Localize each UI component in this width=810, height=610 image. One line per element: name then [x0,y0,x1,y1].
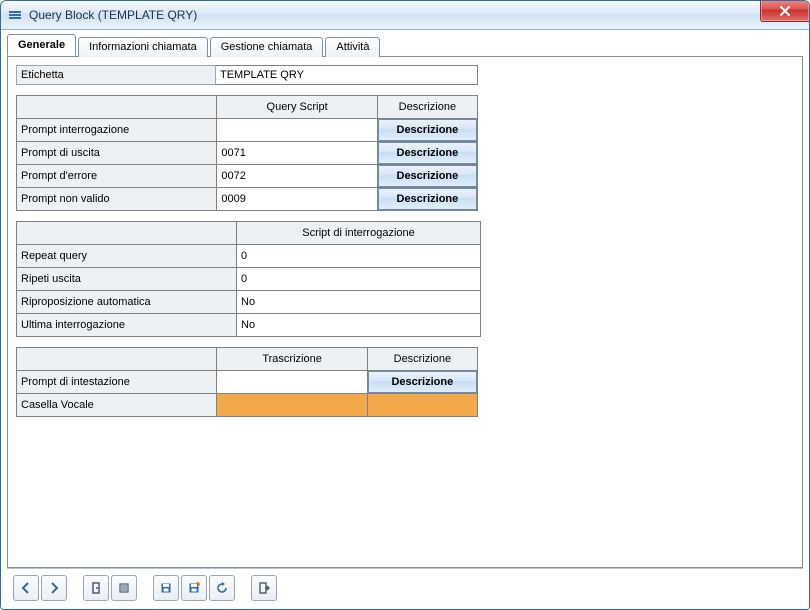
table-row: Casella Vocale [17,394,478,417]
table1-head-script: Query Script [217,96,377,119]
row-label: Prompt di intestazione [17,371,217,394]
prev-button[interactable] [13,575,39,601]
casella-vocale-trascr[interactable] [217,394,367,417]
table3-corner [17,348,217,371]
app-icon [7,7,23,23]
titlebar[interactable]: Query Block (TEMPLATE QRY) [1,1,809,30]
descrizione-button[interactable]: Descrizione [368,371,477,393]
row-label: Prompt d'errore [17,165,217,188]
spacer [16,427,794,559]
tab-bar: Generale Informazioni chiamata Gestione … [7,34,803,56]
window-buttons [760,0,810,22]
query-script-input[interactable] [217,188,376,210]
table-row: Prompt non valido Descrizione [17,188,478,211]
save-button[interactable] [153,575,179,601]
descrizione-button[interactable]: Descrizione [378,119,477,141]
client-area: Generale Informazioni chiamata Gestione … [1,30,809,609]
window-title: Query Block (TEMPLATE QRY) [29,8,197,22]
tab-gestione[interactable]: Gestione chiamata [210,37,324,57]
row-value[interactable]: No [237,291,481,314]
row-value[interactable]: No [237,314,481,337]
table2-header: Script di interrogazione [237,222,481,245]
trascrizione-input[interactable] [217,371,366,393]
table3-head-descr: Descrizione [367,348,477,371]
table2-corner [17,222,237,245]
query-prompts-table: Query Script Descrizione Prompt interrog… [16,95,478,211]
etichetta-input[interactable] [216,65,478,85]
row-value[interactable]: 0 [237,268,481,291]
exit-button[interactable] [251,575,277,601]
row-label: Prompt di uscita [17,142,217,165]
etichetta-label: Etichetta [16,65,216,85]
close-button[interactable] [760,0,810,22]
tab-panel-generale: Etichetta Query Script Descrizione Promp… [7,56,803,568]
row-label: Riproposizione automatica [17,291,237,314]
table3-head-trascr: Trascrizione [217,348,367,371]
table-row: Prompt di intestazione Descrizione [17,371,478,394]
row-value[interactable]: 0 [237,245,481,268]
table1-corner [17,96,217,119]
tab-attivita[interactable]: Attività [325,37,380,57]
query-script-input[interactable] [217,165,376,187]
row-label: Prompt interrogazione [17,119,217,142]
query-script-input[interactable] [217,119,376,141]
save-as-button[interactable] [181,575,207,601]
bottom-toolbar [7,568,803,603]
casella-vocale-descr[interactable] [367,394,477,417]
next-button[interactable] [41,575,67,601]
descrizione-button[interactable]: Descrizione [378,165,477,187]
descrizione-button[interactable]: Descrizione [378,188,477,210]
tab-info[interactable]: Informazioni chiamata [78,37,208,57]
refresh-button[interactable] [209,575,235,601]
transcription-table: Trascrizione Descrizione Prompt di intes… [16,347,478,417]
table1-head-descr: Descrizione [377,96,477,119]
list-icon-button[interactable] [111,575,137,601]
table-row: Prompt d'errore Descrizione [17,165,478,188]
table-row: Ripeti uscita 0 [17,268,481,291]
table-row: Repeat query 0 [17,245,481,268]
table-row: Riproposizione automatica No [17,291,481,314]
door-icon-button[interactable] [83,575,109,601]
window-root: Query Block (TEMPLATE QRY) Generale Info… [0,0,810,610]
row-label: Repeat query [17,245,237,268]
query-script-input[interactable] [217,142,376,164]
table-row: Prompt di uscita Descrizione [17,142,478,165]
row-label: Ripeti uscita [17,268,237,291]
row-label: Casella Vocale [17,394,217,417]
interrogation-script-table: Script di interrogazione Repeat query 0 … [16,221,481,337]
etichetta-row: Etichetta [16,65,794,85]
descrizione-button[interactable]: Descrizione [378,142,477,164]
row-label: Ultima interrogazione [17,314,237,337]
table-row: Ultima interrogazione No [17,314,481,337]
table-row: Prompt interrogazione Descrizione [17,119,478,142]
tab-generale[interactable]: Generale [7,34,76,56]
row-label: Prompt non valido [17,188,217,211]
